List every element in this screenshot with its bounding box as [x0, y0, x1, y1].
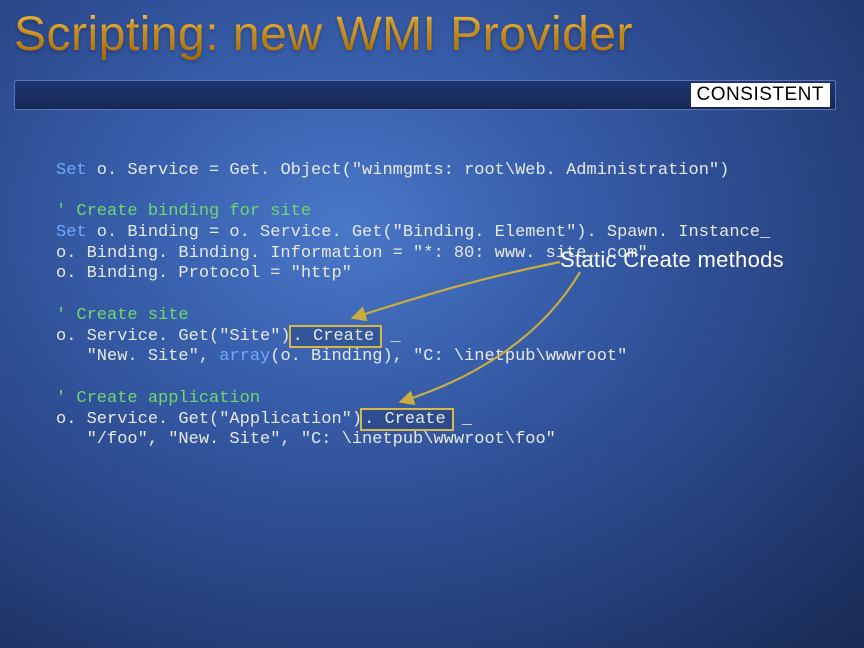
code-text: o. Service. Get("Application") [56, 410, 362, 429]
comment: ' Create application [56, 389, 260, 408]
highlight-create-1: . Create [289, 325, 383, 348]
keyword: Set [56, 161, 87, 180]
comment: ' Create site [56, 306, 189, 325]
comment: ' Create binding for site [56, 202, 311, 221]
code-block: Set o. Service = Get. Object("winmgmts: … [56, 140, 770, 451]
code-text: _ [452, 410, 472, 429]
consistency-badge: CONSISTENT [691, 83, 830, 107]
annotation-label: Static Create methods [560, 247, 784, 273]
code-text: (o. Binding), "C: \inetpub\wwwroot" [270, 347, 627, 366]
code-text: o. Service = Get. Object("winmgmts: root… [87, 161, 730, 180]
code-text: _ [380, 327, 400, 346]
code-text: o. Binding = o. Service. Get("Binding. E… [87, 223, 771, 242]
code-text: o. Binding. Binding. Information = "*: 8… [56, 244, 648, 263]
code-text: o. Service. Get("Site") [56, 327, 291, 346]
keyword: array [219, 347, 270, 366]
code-text: "New. Site", [56, 347, 219, 366]
code-text: o. Binding. Protocol = "http" [56, 264, 352, 283]
slide-title: Scripting: new WMI Provider [14, 10, 633, 60]
highlight-create-2: . Create [360, 408, 454, 431]
code-text: "/foo", "New. Site", "C: \inetpub\wwwroo… [56, 430, 556, 449]
keyword: Set [56, 223, 87, 242]
